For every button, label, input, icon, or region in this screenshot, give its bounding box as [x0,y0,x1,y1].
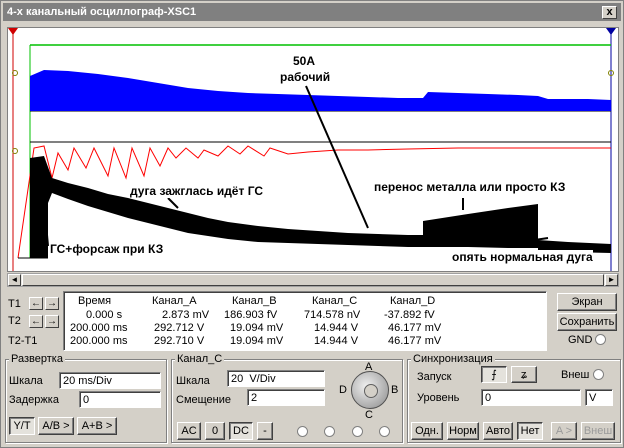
screen-button[interactable]: Экран [557,293,617,311]
header-channel-a: Канал_A [152,295,197,307]
channel-title: Канал_C [175,353,225,365]
row2-d: 46.177 mV [388,322,442,334]
measurement-readout: Время Канал_A Канал_B Канал_C Канал_D 0.… [63,291,547,351]
scope-display: 50A рабочий дуга зажглась идёт ГС перено… [7,27,619,272]
t1-left-arrow[interactable]: ← [29,297,43,310]
knob-label-d: D [339,384,347,396]
trigger-title: Синхронизация [411,353,495,365]
cursor-t2-label: T2 [8,315,21,327]
trigger-a-button[interactable]: A > [551,422,577,440]
row1-a: 2.873 mV [162,309,210,321]
trigger-normal-button[interactable]: Норм [447,422,479,440]
cursor-t1-label: T1 [8,298,21,310]
window-title: 4-х канальный осциллограф-XSC1 [7,6,197,18]
annotation-rated-current: 50A [293,54,316,68]
gnd-label: GND [568,334,593,346]
header-channel-c: Канал_C [312,295,358,307]
trigger-auto-button[interactable]: Авто [483,422,513,440]
trigger-rising-edge-button[interactable]: ⨍ [481,366,507,383]
annotation-metal-transfer: перенос металла или просто КЗ [374,180,566,194]
row2-c: 14.944 V [314,322,359,334]
channel-b-radio[interactable] [324,426,335,437]
scroll-left-button[interactable]: ◄ [8,274,21,286]
time-scrollbar[interactable]: ◄ ► [7,273,619,287]
trigger-single-button[interactable]: Одн. [411,422,443,440]
mode-apb-button[interactable]: A+B > [77,417,117,435]
channel-c-radio[interactable] [352,426,363,437]
timebase-scale-label: Шкала [9,375,43,387]
trigger-ext-label: Внеш [561,369,590,381]
trigger-none-button[interactable]: Нет [517,422,543,440]
trigger-ext-radio[interactable] [593,369,604,380]
channel-d-radio[interactable] [379,426,390,437]
channel-scale-label: Шкала [176,375,210,387]
header-channel-b: Канал_B [232,295,277,307]
timebase-delay-field[interactable] [79,391,161,408]
gnd-radio[interactable] [595,334,606,345]
trigger-ext-button[interactable]: Внеш [581,422,615,440]
knob-label-b: B [391,384,399,396]
pointer-arc [167,197,179,209]
close-button[interactable]: x [602,6,617,19]
knob-label-c: C [365,409,373,421]
trigger-level-label: Уровень [417,392,460,404]
trigger-start-label: Запуск [417,371,452,383]
title-bar: 4-х канальный осциллограф-XSC1 x [3,3,621,21]
trigger-level-field[interactable] [481,389,581,406]
timebase-scale-field[interactable] [59,372,161,389]
channel-a-radio[interactable] [297,426,308,437]
trigger-level-unit[interactable] [585,389,613,406]
row2-time: 200.000 ms [70,322,128,334]
t1-right-arrow[interactable]: → [45,297,59,310]
annotation-arc-ignited: дуга зажглась идёт ГС [130,184,264,198]
header-time: Время [78,295,112,307]
scroll-right-button[interactable]: ► [605,274,618,286]
coupling-zero-button[interactable]: 0 [205,422,225,440]
row3-b: 19.094 mV [230,335,284,347]
coupling-dc-button[interactable]: DC [229,422,253,440]
t2-right-arrow[interactable]: → [45,315,59,328]
scroll-thumb[interactable] [22,274,604,286]
row3-a: 292.710 V [154,335,205,347]
timebase-title: Развертка [9,353,65,365]
row1-time: 0.000 s [86,309,123,321]
row3-time: 200.000 ms [70,335,128,347]
save-button[interactable]: Сохранить [557,313,617,331]
row1-b: 186.903 fV [224,309,278,321]
cursor-t2-t1-label: T2-T1 [8,335,38,347]
timebase-delay-label: Задержка [9,394,59,406]
channel-scale-field[interactable] [227,370,325,387]
row2-a: 292.712 V [154,322,205,334]
annotation-hot-start: ГС+форсаж при КЗ [50,242,164,256]
header-channel-d: Канал_D [390,295,436,307]
channel-offset-field[interactable] [247,389,325,406]
mode-ab-button[interactable]: A/B > [38,417,74,435]
t2-left-arrow[interactable]: ← [29,315,43,328]
invert-button[interactable]: - [257,422,273,440]
row1-c: 714.578 nV [304,309,361,321]
channel-selector-knob[interactable] [351,371,389,409]
row1-d: -37.892 fV [384,309,435,321]
row3-d: 46.177 mV [388,335,442,347]
row2-b: 19.094 mV [230,322,284,334]
channel-offset-label: Смещение [176,394,232,406]
mode-yt-button[interactable]: Y/T [9,417,35,435]
row3-c: 14.944 V [314,335,359,347]
coupling-ac-button[interactable]: AC [177,422,201,440]
oscilloscope-window: 4-х канальный осциллограф-XSC1 x 50A раб… [0,0,624,448]
annotation-working: рабочий [280,70,331,84]
trigger-falling-edge-button[interactable]: ʑ [511,366,537,383]
knob-label-a: A [365,361,373,373]
annotation-normal-arc: опять нормальная дуга [452,250,593,264]
